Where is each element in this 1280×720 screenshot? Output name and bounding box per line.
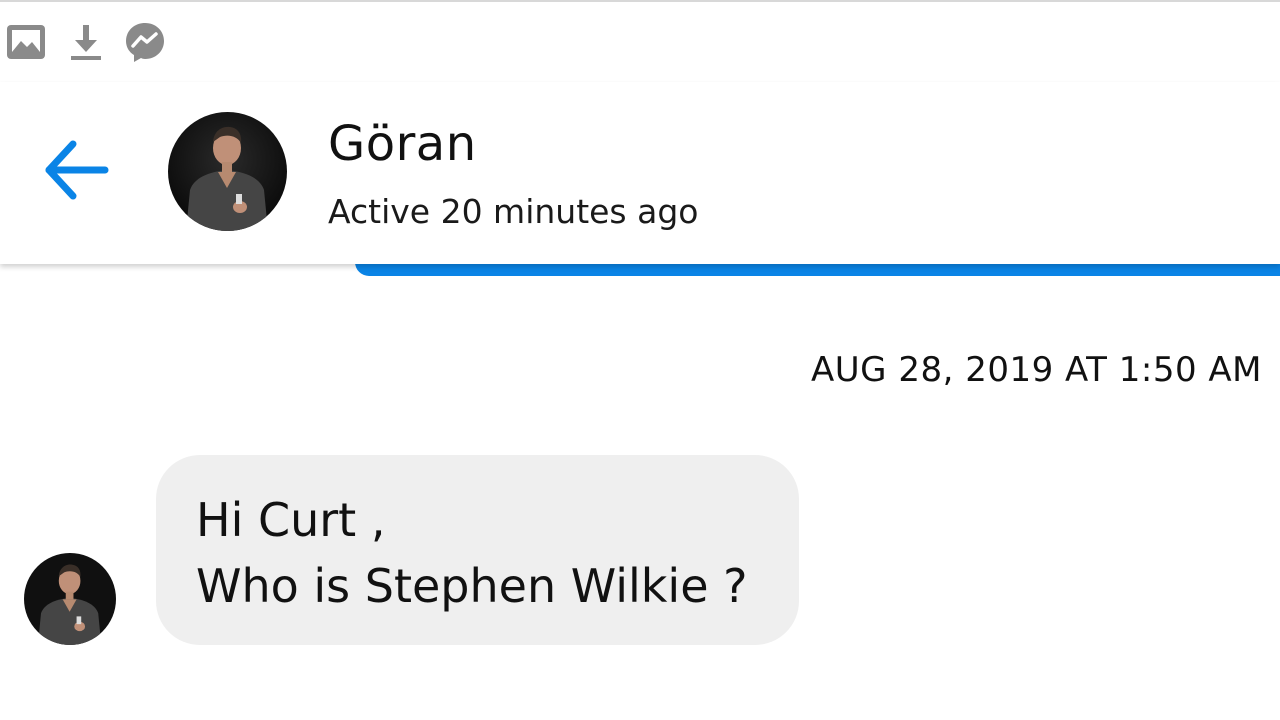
message-line: Hi Curt , [196, 493, 386, 547]
accent-strip [355, 262, 1280, 276]
message-timestamp: AUG 28, 2019 AT 1:50 AM [811, 350, 1262, 390]
contact-avatar[interactable] [168, 112, 287, 231]
message-line: Who is Stephen Wilkie ? [196, 559, 748, 613]
messenger-icon [123, 20, 167, 64]
contact-active-status: Active 20 minutes ago [328, 192, 699, 231]
status-bar [0, 2, 1280, 82]
arrow-left-icon [41, 138, 111, 206]
conversation-header: Göran Active 20 minutes ago [0, 82, 1280, 264]
message-bubble[interactable]: Hi Curt , Who is Stephen Wilkie ? [156, 455, 799, 645]
download-icon [64, 20, 108, 64]
sender-avatar[interactable] [24, 553, 116, 645]
image-icon [4, 20, 48, 64]
back-button[interactable] [36, 134, 116, 210]
contact-name[interactable]: Göran [328, 116, 477, 172]
